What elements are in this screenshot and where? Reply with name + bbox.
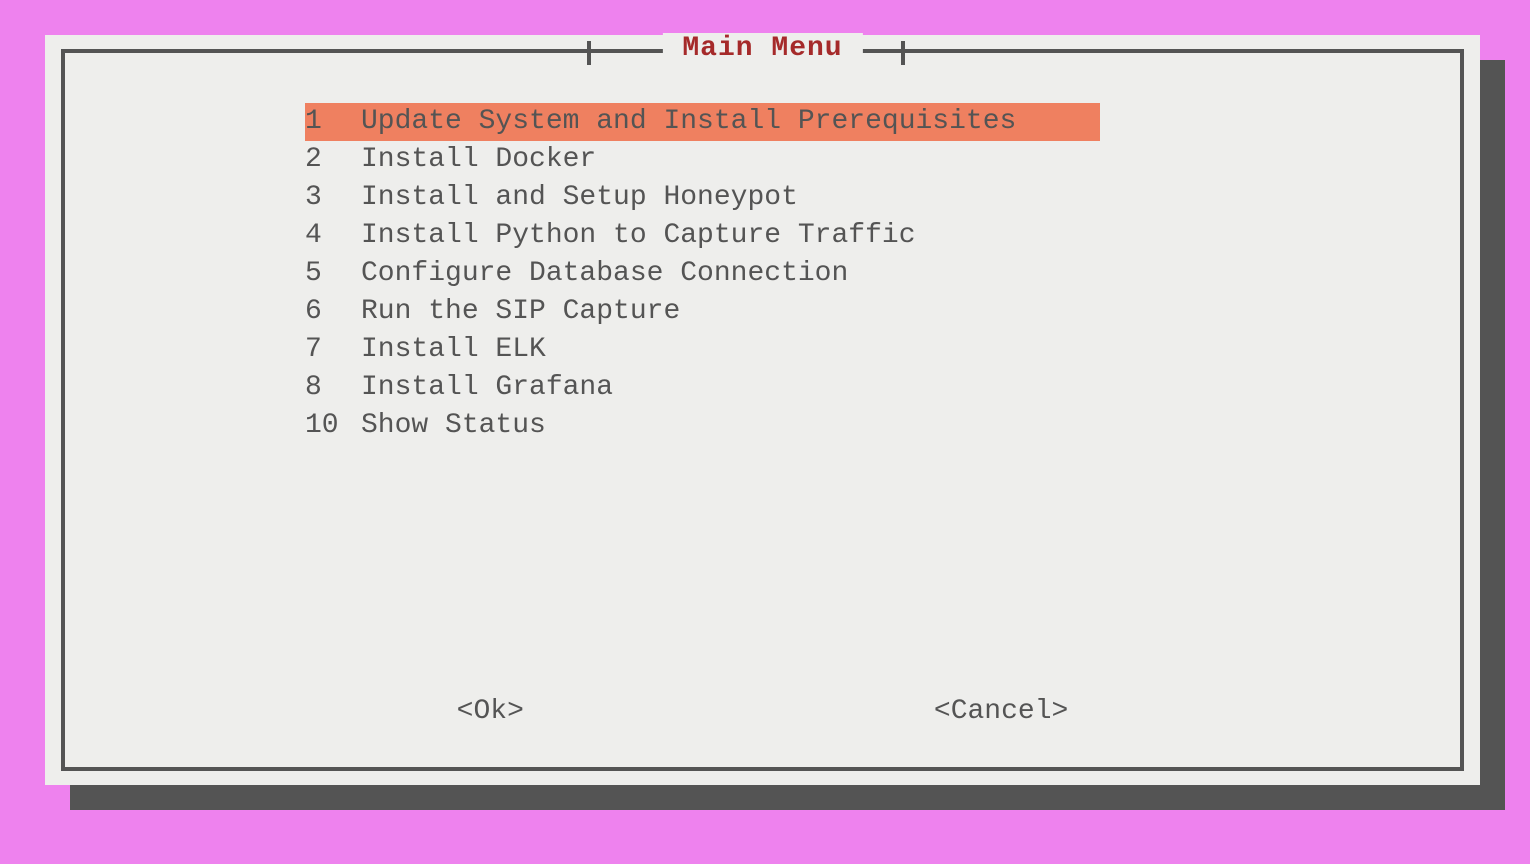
menu-item-label: Install ELK <box>361 331 546 369</box>
menu-item-number: 2 <box>305 141 361 179</box>
menu-item-7[interactable]: 7Install ELK <box>305 331 1420 369</box>
title-tick-left <box>587 41 591 65</box>
menu-item-5[interactable]: 5Configure Database Connection <box>305 255 1420 293</box>
menu-item-number: 10 <box>305 407 361 445</box>
ok-button[interactable]: <Ok> <box>457 696 524 727</box>
menu-item-number: 7 <box>305 331 361 369</box>
menu-item-number: 1 <box>305 103 361 141</box>
menu-item-6[interactable]: 6Run the SIP Capture <box>305 293 1420 331</box>
menu-item-3[interactable]: 3Install and Setup Honeypot <box>305 179 1420 217</box>
menu-item-number: 8 <box>305 369 361 407</box>
dialog-border: Main Menu 1Update System and Install Pre… <box>61 49 1464 771</box>
menu-item-number: 6 <box>305 293 361 331</box>
menu-item-label: Install Docker <box>361 141 596 179</box>
menu-item-label: Install Python to Capture Traffic <box>361 217 916 255</box>
button-row: <Ok> <Cancel> <box>65 696 1460 727</box>
dialog-window: Main Menu 1Update System and Install Pre… <box>45 35 1480 785</box>
menu-item-number: 3 <box>305 179 361 217</box>
menu-item-4[interactable]: 4Install Python to Capture Traffic <box>305 217 1420 255</box>
menu-item-label: Run the SIP Capture <box>361 293 680 331</box>
menu-item-10[interactable]: 10Show Status <box>305 407 1420 445</box>
title-tick-right <box>901 41 905 65</box>
menu-item-number: 4 <box>305 217 361 255</box>
menu-item-label: Configure Database Connection <box>361 255 848 293</box>
menu-item-label: Show Status <box>361 407 546 445</box>
menu-item-8[interactable]: 8Install Grafana <box>305 369 1420 407</box>
menu-item-label: Install and Setup Honeypot <box>361 179 798 217</box>
menu-item-label: Install Grafana <box>361 369 613 407</box>
menu-item-label: Update System and Install Prerequisites <box>361 103 1016 141</box>
dialog-title: Main Menu <box>662 33 862 64</box>
cancel-button[interactable]: <Cancel> <box>934 696 1068 727</box>
menu-item-1[interactable]: 1Update System and Install Prerequisites <box>305 103 1100 141</box>
menu-item-2[interactable]: 2Install Docker <box>305 141 1420 179</box>
menu-item-number: 5 <box>305 255 361 293</box>
menu-list: 1Update System and Install Prerequisites… <box>305 103 1420 445</box>
